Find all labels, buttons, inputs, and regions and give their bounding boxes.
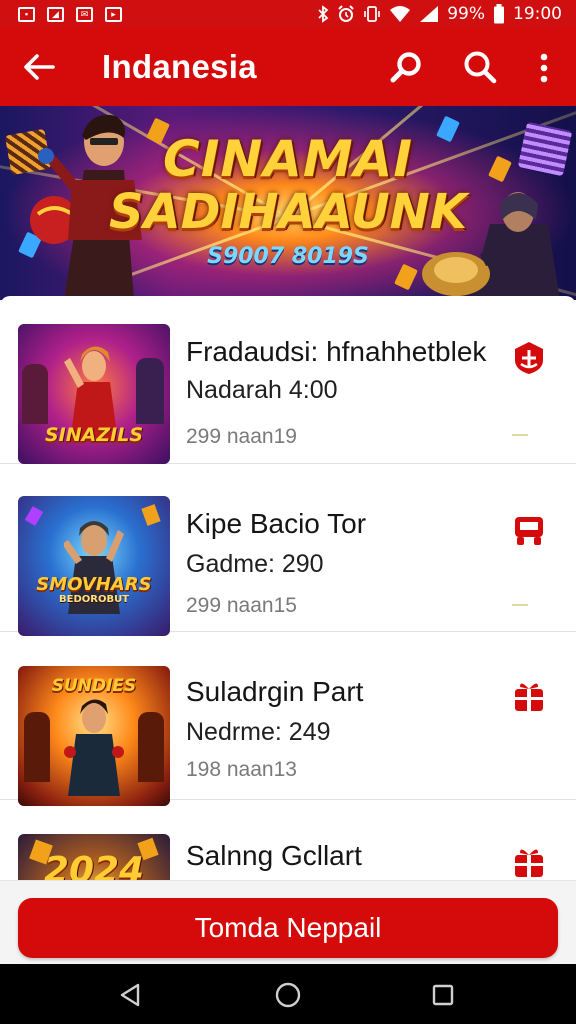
game-meta: Nedrme: 249: [186, 718, 331, 746]
bluetooth-icon: [317, 5, 329, 23]
game-action-button[interactable]: [511, 844, 547, 880]
nav-back-button[interactable]: [114, 978, 148, 1012]
banner-subtitle: S9007 8019S: [207, 244, 369, 269]
game-list-item[interactable]: SMOVHARS BEDOROBUT Kipe Bacio Tor Gadme:…: [0, 464, 576, 636]
battery-percent: 99%: [447, 4, 485, 24]
banner-title-secondary: SADIHAAUNK: [108, 184, 468, 240]
thumbnail-logo: SUNDIES: [51, 676, 137, 696]
clock-time: 19:00: [513, 4, 562, 24]
bus-icon: [515, 517, 543, 545]
alarm-icon: [337, 5, 355, 23]
thumbnail-sublogo: BEDOROBUT: [58, 594, 130, 605]
promo-banner[interactable]: CINAMAI SADIHAAUNK S9007 8019S: [0, 106, 576, 300]
game-thumbnail: SMOVHARS BEDOROBUT: [18, 496, 170, 636]
game-action-button[interactable]: [511, 512, 547, 548]
thumbnail-logo: 2024: [43, 850, 145, 880]
gift-icon: [515, 683, 543, 711]
divider-dash: [512, 604, 528, 606]
shield-icon: [515, 342, 543, 374]
search-button[interactable]: [460, 48, 500, 88]
game-list-item[interactable]: 2024 Salnng Gcllart: [0, 800, 576, 880]
nav-home-button[interactable]: [271, 978, 305, 1012]
more-options-button[interactable]: [524, 48, 564, 88]
game-count: 198 naan13: [186, 758, 297, 781]
game-count: 299 naan15: [186, 594, 297, 617]
game-title: Salnng Gcllart: [186, 840, 362, 871]
game-meta: Gadme: 290: [186, 550, 324, 578]
nav-recents-button[interactable]: [426, 978, 460, 1012]
game-thumbnail: 2024: [18, 834, 170, 880]
gallery-notification-icon: ▪: [18, 6, 35, 22]
game-count: 299 naan19: [186, 425, 297, 448]
game-thumbnail: SUNDIES: [18, 666, 170, 806]
battery-icon: [493, 4, 505, 24]
bottom-action-area: Tomda Neppail: [0, 880, 576, 964]
game-list-item[interactable]: SUNDIES Suladrgin Part Nedrme: 249 198 n…: [0, 632, 576, 806]
game-list: SINAZILS Fradaudsi: hfnahhetblek Nadarah…: [0, 296, 576, 880]
nav-recents-icon: [432, 984, 454, 1006]
game-title: Kipe Bacio Tor: [186, 508, 367, 539]
mail-notification-icon: ✉: [76, 6, 93, 22]
more-vert-icon: [540, 53, 548, 83]
thumbnail-character: [64, 699, 124, 796]
app-bar: Indanesia: [0, 28, 576, 106]
key-search-button[interactable]: [386, 48, 426, 88]
back-arrow-icon: [24, 54, 55, 80]
game-action-button[interactable]: [511, 340, 547, 376]
back-button[interactable]: [20, 50, 58, 84]
search-icon: [464, 51, 497, 84]
signal-icon: [419, 5, 439, 23]
primary-action-button[interactable]: Tomda Neppail: [18, 898, 558, 958]
page-title: Indanesia: [102, 48, 257, 85]
game-action-button[interactable]: [511, 678, 547, 714]
divider-dash: [512, 434, 528, 436]
vibrate-icon: [363, 5, 381, 23]
game-meta: Nadarah 4:00: [186, 376, 338, 404]
game-thumbnail: SINAZILS: [18, 324, 170, 464]
nav-back-icon: [120, 983, 140, 1007]
thumbnail-logo: SMOVHARS: [36, 574, 152, 595]
nav-home-icon: [275, 982, 301, 1008]
banner-title: CINAMAI: [163, 130, 413, 188]
game-title: Suladrgin Part: [186, 676, 364, 707]
key-search-icon: [390, 52, 421, 83]
notification-icons: ▪ ◢ ✉ ▸: [18, 6, 122, 22]
wifi-icon: [389, 5, 411, 23]
system-nav-bar: [0, 964, 576, 1024]
thumbnail-logo: SINAZILS: [45, 424, 143, 446]
app-notification-icon: ▸: [105, 6, 122, 22]
photo-notification-icon: ◢: [47, 6, 64, 22]
gift-icon: [515, 849, 543, 877]
status-bar: ▪ ◢ ✉ ▸ 99% 19:00: [0, 0, 576, 28]
game-title: Fradaudsi: hfnahhetblek: [186, 336, 487, 367]
game-list-item[interactable]: SINAZILS Fradaudsi: hfnahhetblek Nadarah…: [0, 296, 576, 464]
system-indicators: 99% 19:00: [317, 4, 562, 24]
